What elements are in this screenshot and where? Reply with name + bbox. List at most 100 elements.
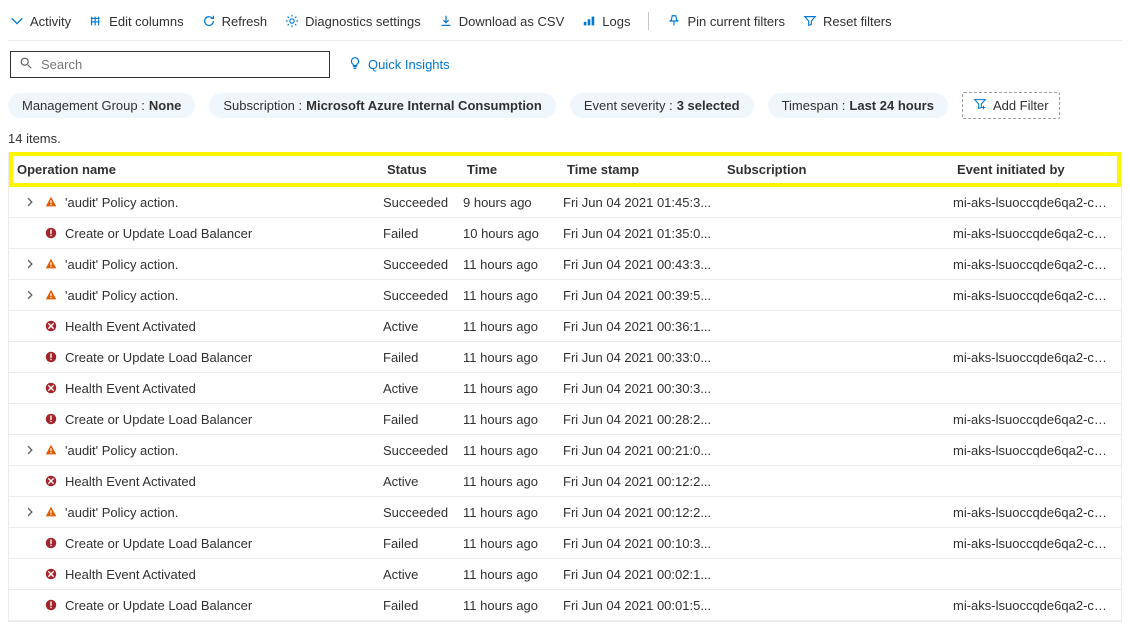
timestamp-cell: Fri Jun 04 2021 00:43:3... bbox=[563, 257, 723, 272]
expand-chevron-icon[interactable] bbox=[23, 195, 37, 210]
refresh-button[interactable]: Refresh bbox=[202, 14, 268, 29]
time-cell: 11 hours ago bbox=[463, 474, 563, 489]
time-cell: 11 hours ago bbox=[463, 598, 563, 613]
table-row[interactable]: 'audit' Policy action.Succeeded11 hours … bbox=[9, 435, 1121, 466]
table-row[interactable]: 'audit' Policy action. Succeeded9 hours a… bbox=[9, 187, 1121, 218]
error-icon bbox=[43, 349, 59, 365]
operation-name: 'audit' Policy action. bbox=[65, 505, 178, 520]
filter-timespan[interactable]: Timespan : Last 24 hours bbox=[768, 93, 948, 118]
operation-name: Create or Update Load Balancer bbox=[65, 536, 252, 551]
time-cell: 11 hours ago bbox=[463, 505, 563, 520]
op-cell: Create or Update Load Balancer bbox=[13, 411, 383, 427]
table-row[interactable]: Health Event Activated Active11 hours ago… bbox=[9, 466, 1121, 497]
time-cell: 10 hours ago bbox=[463, 226, 563, 241]
search-box[interactable] bbox=[10, 51, 330, 78]
edit-columns-button[interactable]: Edit columns bbox=[89, 14, 183, 29]
activity-dropdown[interactable]: Activity bbox=[10, 14, 71, 29]
table-row[interactable]: 'audit' Policy action.Succeeded11 hours … bbox=[9, 249, 1121, 280]
search-input[interactable] bbox=[39, 56, 321, 73]
add-filter-label: Add Filter bbox=[993, 98, 1049, 113]
op-cell: Health Event Activated bbox=[13, 380, 383, 396]
download-csv-button[interactable]: Download as CSV bbox=[439, 14, 565, 29]
table-row[interactable]: Create or Update Load BalancerFailed11 h… bbox=[9, 528, 1121, 559]
separator bbox=[648, 12, 649, 30]
col-subscription[interactable]: Subscription bbox=[727, 162, 957, 177]
lightbulb-icon bbox=[348, 56, 362, 73]
table-row[interactable]: Create or Update Load BalancerFailed11 h… bbox=[9, 404, 1121, 435]
time-cell: 11 hours ago bbox=[463, 536, 563, 551]
filter-add-icon bbox=[973, 97, 987, 114]
status-cell: Active bbox=[383, 474, 463, 489]
expand-chevron-icon[interactable] bbox=[23, 443, 37, 458]
initiated-by-cell: mi-aks-lsuoccqde6qa2-co... bbox=[953, 536, 1117, 551]
error-icon bbox=[43, 411, 59, 427]
timestamp-cell: Fri Jun 04 2021 00:36:1... bbox=[563, 319, 723, 334]
expand-chevron-icon[interactable] bbox=[23, 257, 37, 272]
activity-label: Activity bbox=[30, 14, 71, 29]
time-cell: 11 hours ago bbox=[463, 319, 563, 334]
diagnostics-button[interactable]: Diagnostics settings bbox=[285, 14, 421, 29]
error-icon bbox=[43, 225, 59, 241]
logs-icon bbox=[582, 14, 596, 28]
timestamp-cell: Fri Jun 04 2021 00:12:2... bbox=[563, 474, 723, 489]
op-cell: Health Event Activated bbox=[13, 473, 383, 489]
col-timestamp[interactable]: Time stamp bbox=[567, 162, 727, 177]
col-status[interactable]: Status bbox=[387, 162, 467, 177]
operation-name: 'audit' Policy action. bbox=[65, 288, 178, 303]
operation-name: Create or Update Load Balancer bbox=[65, 350, 252, 365]
status-cell: Succeeded bbox=[383, 257, 463, 272]
col-operation[interactable]: Operation name bbox=[17, 162, 387, 177]
gear-icon bbox=[285, 14, 299, 28]
op-cell: Create or Update Load Balancer bbox=[13, 349, 383, 365]
pin-filters-button[interactable]: Pin current filters bbox=[667, 14, 785, 29]
add-filter-button[interactable]: Add Filter bbox=[962, 92, 1060, 119]
expand-chevron-icon[interactable] bbox=[23, 505, 37, 520]
table-row[interactable]: Create or Update Load Balancer Failed11 h… bbox=[9, 342, 1121, 373]
table-row[interactable]: Health Event ActivatedActive11 hours ago… bbox=[9, 559, 1121, 590]
table-header: Operation name Status Time Time stamp Su… bbox=[9, 152, 1121, 187]
download-label: Download as CSV bbox=[459, 14, 565, 29]
table-row[interactable]: Health Event Activated Active11 hours ago… bbox=[9, 311, 1121, 342]
logs-label: Logs bbox=[602, 14, 630, 29]
table-row[interactable]: Create or Update Load BalancerFailed10 h… bbox=[9, 218, 1121, 249]
filter-management-group[interactable]: Management Group : None bbox=[8, 93, 195, 118]
status-cell: Succeeded bbox=[383, 195, 463, 210]
reset-filters-button[interactable]: Reset filters bbox=[803, 14, 892, 29]
filter-subscription[interactable]: Subscription : Microsoft Azure Internal … bbox=[209, 93, 555, 118]
timestamp-cell: Fri Jun 04 2021 00:33:0... bbox=[563, 350, 723, 365]
time-cell: 11 hours ago bbox=[463, 412, 563, 427]
error-icon bbox=[43, 597, 59, 613]
operation-name: 'audit' Policy action. bbox=[65, 195, 178, 210]
op-cell: Create or Update Load Balancer bbox=[13, 535, 383, 551]
timestamp-cell: Fri Jun 04 2021 00:02:1... bbox=[563, 567, 723, 582]
download-icon bbox=[439, 14, 453, 28]
status-cell: Failed bbox=[383, 412, 463, 427]
error-x-icon bbox=[43, 380, 59, 396]
time-cell: 11 hours ago bbox=[463, 350, 563, 365]
operation-name: Health Event Activated bbox=[65, 319, 196, 334]
table-row[interactable]: Health Event ActivatedActive11 hours ago… bbox=[9, 373, 1121, 404]
warning-icon bbox=[43, 442, 59, 458]
initiated-by-cell: mi-aks-lsuoccqde6qa2-co... bbox=[953, 195, 1117, 210]
table-row[interactable]: 'audit' Policy action.Succeeded11 hours … bbox=[9, 280, 1121, 311]
operation-name: 'audit' Policy action. bbox=[65, 443, 178, 458]
col-initiated-by[interactable]: Event initiated by bbox=[957, 162, 1113, 177]
reset-label: Reset filters bbox=[823, 14, 892, 29]
time-cell: 9 hours ago bbox=[463, 195, 563, 210]
status-cell: Active bbox=[383, 319, 463, 334]
operation-name: Health Event Activated bbox=[65, 567, 196, 582]
columns-icon bbox=[89, 14, 103, 28]
table-row[interactable]: 'audit' Policy action.Succeeded11 hours … bbox=[9, 497, 1121, 528]
initiated-by-cell: mi-aks-lsuoccqde6qa2-co... bbox=[953, 412, 1117, 427]
filter-event-severity[interactable]: Event severity : 3 selected bbox=[570, 93, 754, 118]
initiated-by-cell: mi-aks-lsuoccqde6qa2-co... bbox=[953, 226, 1117, 241]
status-cell: Failed bbox=[383, 350, 463, 365]
error-x-icon bbox=[43, 566, 59, 582]
quick-insights-button[interactable]: Quick Insights bbox=[348, 56, 450, 73]
logs-button[interactable]: Logs bbox=[582, 14, 630, 29]
expand-chevron-icon[interactable] bbox=[23, 288, 37, 303]
table-row[interactable]: Create or Update Load BalancerFailed11 h… bbox=[9, 590, 1121, 621]
col-time[interactable]: Time bbox=[467, 162, 567, 177]
initiated-by-cell: mi-aks-lsuoccqde6qa2-co... bbox=[953, 288, 1117, 303]
operation-name: Health Event Activated bbox=[65, 474, 196, 489]
